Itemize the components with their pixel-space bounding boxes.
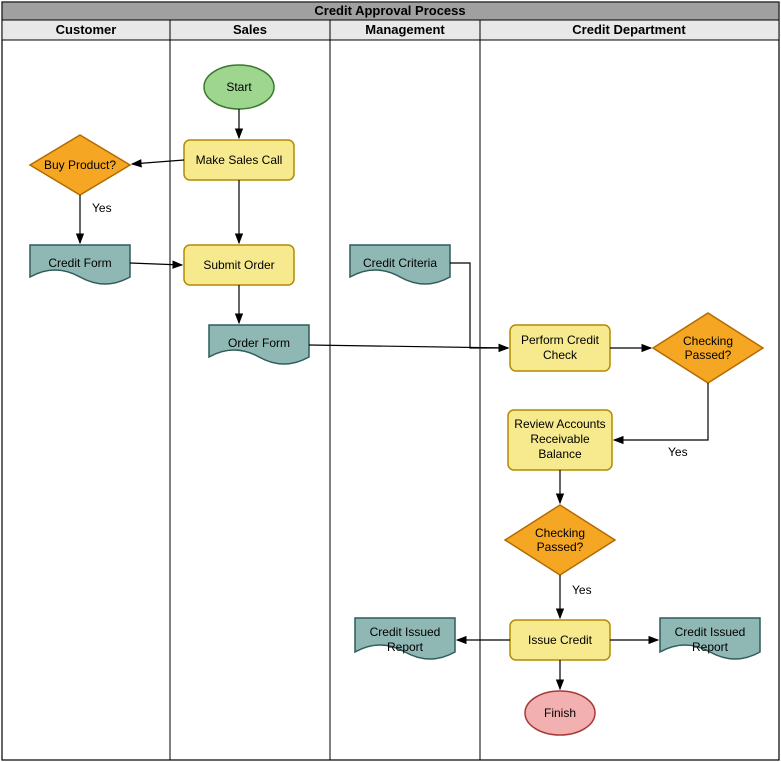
- checking-passed-2-label-2: Passed?: [537, 540, 584, 554]
- finish-label: Finish: [544, 706, 576, 720]
- order-form-label: Order Form: [228, 336, 290, 350]
- start-label: Start: [226, 80, 252, 94]
- make-sales-call-label: Make Sales Call: [196, 153, 283, 167]
- buy-product-label: Buy Product?: [44, 158, 116, 172]
- review-ar-label-2: Receivable: [530, 432, 590, 446]
- lane-title-customer: Customer: [56, 22, 117, 37]
- edge-criteria-to-pcc: [450, 263, 508, 348]
- credit-issued-report-left-label-1: Credit Issued: [370, 625, 441, 639]
- lane-title-sales: Sales: [233, 22, 267, 37]
- edge-credit-form-to-submit: [130, 263, 182, 265]
- edge-sales-call-to-buy: [132, 160, 184, 164]
- perform-credit-check-label-1: Perform Credit: [521, 333, 600, 347]
- edge-label-yes-3: Yes: [572, 583, 592, 597]
- credit-issued-report-right-label-2: Report: [692, 640, 729, 654]
- credit-issued-report-right-label-1: Credit Issued: [675, 625, 746, 639]
- credit-issued-report-left-label-2: Report: [387, 640, 424, 654]
- edge-label-yes-2: Yes: [668, 445, 688, 459]
- review-ar-label-1: Review Accounts: [514, 417, 605, 431]
- flowchart: Credit Approval Process Customer Sales M…: [0, 0, 781, 762]
- diagram-title: Credit Approval Process: [314, 3, 465, 18]
- edge-cp1-to-review: [614, 383, 708, 440]
- lane-title-management: Management: [365, 22, 445, 37]
- submit-order-label: Submit Order: [203, 258, 274, 272]
- credit-form-label: Credit Form: [48, 256, 111, 270]
- checking-passed-1-label-2: Passed?: [685, 348, 732, 362]
- edge-label-yes-1: Yes: [92, 201, 112, 215]
- credit-criteria-label: Credit Criteria: [363, 256, 437, 270]
- perform-credit-check-label-2: Check: [543, 348, 578, 362]
- review-ar-label-3: Balance: [538, 447, 582, 461]
- lane-title-credit: Credit Department: [572, 22, 686, 37]
- checking-passed-1-label-1: Checking: [683, 334, 733, 348]
- checking-passed-2-label-1: Checking: [535, 526, 585, 540]
- issue-credit-label: Issue Credit: [528, 633, 593, 647]
